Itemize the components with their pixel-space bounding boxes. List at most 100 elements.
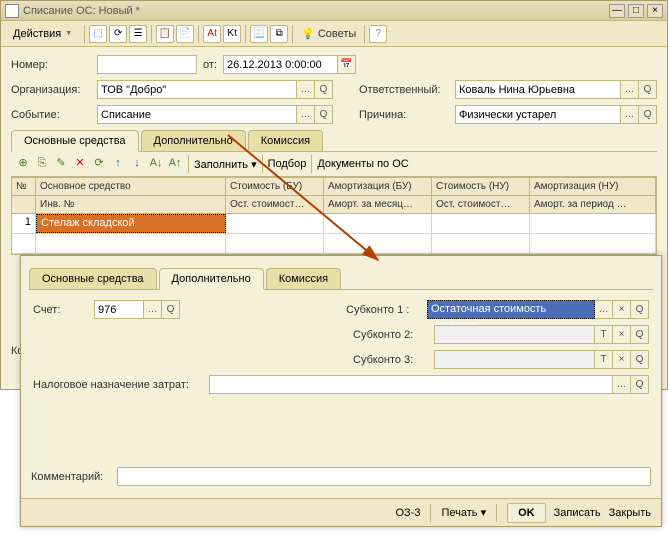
toolbar-icon[interactable]: Kt <box>223 25 241 43</box>
search-icon[interactable]: Q <box>315 80 333 99</box>
org-input[interactable] <box>97 80 297 99</box>
copy-icon[interactable]: ⎘ <box>34 156 50 172</box>
col-num[interactable]: № <box>12 178 36 195</box>
delete-icon[interactable]: ✕ <box>72 156 88 172</box>
resp-input[interactable] <box>455 80 621 99</box>
sort-desc-icon[interactable]: A↑ <box>167 156 183 172</box>
account-input[interactable] <box>94 300 144 319</box>
toolbar-icon[interactable]: ⟳ <box>109 25 127 43</box>
pick-link[interactable]: Подбор <box>268 158 307 170</box>
reason-label: Причина: <box>359 109 449 121</box>
clear-icon[interactable]: × <box>613 350 631 369</box>
print-menu[interactable]: Печать ▾ <box>441 506 486 519</box>
date-input[interactable] <box>223 55 338 74</box>
dropdown-icon[interactable]: … <box>613 375 631 394</box>
close-button[interactable]: Закрыть <box>609 507 651 519</box>
calendar-icon[interactable]: 📅 <box>338 55 356 74</box>
resp-label: Ответственный: <box>359 84 449 96</box>
toolbar-icon[interactable]: At <box>203 25 221 43</box>
sk2-label: Субконто 2: <box>353 329 428 341</box>
tab-additional[interactable]: Дополнительно <box>141 130 246 151</box>
sort-asc-icon[interactable]: A↓ <box>148 156 164 172</box>
sub-comment-input[interactable] <box>117 467 651 486</box>
search-icon[interactable]: Q <box>639 80 657 99</box>
col-st-nu[interactable]: Стоимость (НУ) <box>432 178 530 195</box>
tax-label: Налоговое назначение затрат: <box>33 379 203 391</box>
toolbar-icon[interactable]: ☰ <box>129 25 147 43</box>
main-grid[interactable]: № Основное средство Стоимость (БУ) Аморт… <box>11 177 657 255</box>
search-icon[interactable]: Q <box>631 325 649 344</box>
dropdown-icon[interactable]: … <box>297 80 315 99</box>
event-input[interactable] <box>97 105 297 124</box>
refresh-icon[interactable]: ⟳ <box>91 156 107 172</box>
dropdown-icon[interactable]: … <box>595 300 613 319</box>
sk1-label: Субконто 1 : <box>346 304 421 316</box>
sub-tab-commission[interactable]: Комиссия <box>266 268 341 289</box>
close-button[interactable]: × <box>647 4 663 18</box>
col-inv[interactable]: Инв. № <box>36 196 226 213</box>
from-label: от: <box>203 59 217 71</box>
sk2-input[interactable] <box>434 325 595 344</box>
toolbar-icon[interactable]: ⧉ <box>270 25 288 43</box>
edit-icon[interactable]: ✎ <box>53 156 69 172</box>
sk1-input[interactable]: Остаточная стоимость необоро <box>427 300 595 319</box>
col-am-nu[interactable]: Амортизация (НУ) <box>530 178 656 195</box>
text-icon[interactable]: T <box>595 325 613 344</box>
search-icon[interactable]: Q <box>162 300 180 319</box>
tax-input[interactable] <box>209 375 613 394</box>
table-row[interactable] <box>12 234 656 254</box>
dropdown-icon[interactable]: … <box>621 80 639 99</box>
dropdown-icon[interactable]: … <box>297 105 315 124</box>
dropdown-icon[interactable]: … <box>621 105 639 124</box>
down-icon[interactable]: ↓ <box>129 156 145 172</box>
sub-comment-label: Комментарий: <box>31 471 111 483</box>
text-icon[interactable]: T <box>595 350 613 369</box>
maximize-button[interactable]: □ <box>628 4 644 18</box>
dropdown-icon[interactable]: … <box>144 300 162 319</box>
up-icon[interactable]: ↑ <box>110 156 126 172</box>
sub-tab-main[interactable]: Основные средства <box>29 268 157 289</box>
sk3-input[interactable] <box>434 350 595 369</box>
fill-menu[interactable]: Заполнить ▾ <box>194 158 257 171</box>
search-icon[interactable]: Q <box>631 350 649 369</box>
col-st-bu[interactable]: Стоимость (БУ) <box>226 178 324 195</box>
reason-input[interactable] <box>455 105 621 124</box>
actions-menu[interactable]: Действия▼ <box>5 26 80 42</box>
app-icon <box>5 4 19 18</box>
org-label: Организация: <box>11 84 91 96</box>
save-button[interactable]: Записать <box>554 507 601 519</box>
clear-icon[interactable]: × <box>613 300 631 319</box>
sub-tab-additional[interactable]: Дополнительно <box>159 268 264 290</box>
add-icon[interactable]: ⊕ <box>15 156 31 172</box>
search-icon[interactable]: Q <box>631 375 649 394</box>
tab-main[interactable]: Основные средства <box>11 130 139 152</box>
table-row[interactable]: 1 Стелаж складской <box>12 214 656 234</box>
event-label: Событие: <box>11 109 91 121</box>
toolbar-icon[interactable]: 📋 <box>156 25 174 43</box>
search-icon[interactable]: Q <box>631 300 649 319</box>
number-input[interactable] <box>97 55 197 74</box>
oz-link[interactable]: ОЗ-3 <box>396 507 421 519</box>
toolbar-icon[interactable]: ⬚ <box>89 25 107 43</box>
number-label: Номер: <box>11 59 91 71</box>
search-icon[interactable]: Q <box>315 105 333 124</box>
sk3-label: Субконто 3: <box>353 354 428 366</box>
col-am-mes[interactable]: Аморт. за месяц… <box>324 196 432 213</box>
docs-link[interactable]: Документы по ОС <box>317 158 408 170</box>
col-am-per[interactable]: Аморт. за период … <box>530 196 656 213</box>
ok-button[interactable]: OK <box>507 503 546 523</box>
help-icon[interactable]: ? <box>369 25 387 43</box>
tips-link[interactable]: 💡Советы <box>297 25 360 42</box>
window-title: Списание ОС: Новый * <box>23 5 609 17</box>
search-icon[interactable]: Q <box>639 105 657 124</box>
clear-icon[interactable]: × <box>613 325 631 344</box>
tab-commission[interactable]: Комиссия <box>248 130 323 151</box>
minimize-button[interactable]: — <box>609 4 625 18</box>
col-ost-nu[interactable]: Ост. стоимост… <box>432 196 530 213</box>
col-os[interactable]: Основное средство <box>36 178 226 195</box>
account-label: Счет: <box>33 304 88 316</box>
toolbar-icon[interactable]: 📄 <box>176 25 194 43</box>
col-am-bu[interactable]: Амортизация (БУ) <box>324 178 432 195</box>
toolbar-icon[interactable]: 📃 <box>250 25 268 43</box>
col-ost-bu[interactable]: Ост. стоимост… <box>226 196 324 213</box>
